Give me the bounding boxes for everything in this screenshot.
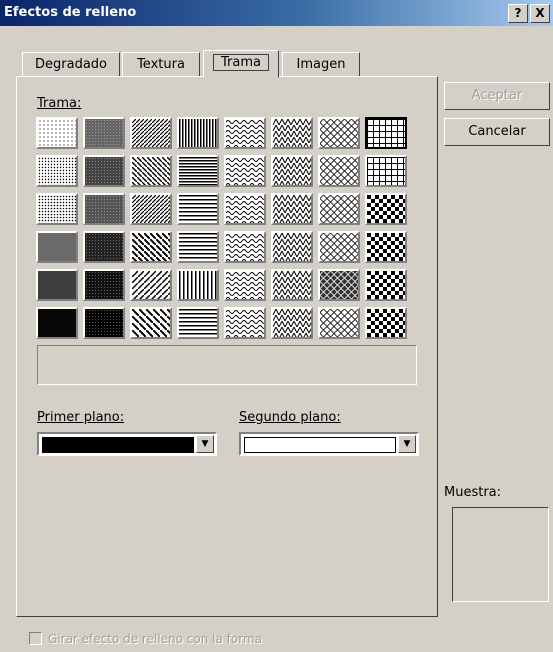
help-button[interactable]: ?: [508, 4, 528, 23]
chevron-down-icon[interactable]: ▼: [196, 435, 214, 453]
pattern-swatch-dark-grey[interactable]: [83, 117, 125, 149]
pattern-swatch-dark-horizontal[interactable]: [177, 193, 219, 225]
tab-trama-label: Trama: [213, 54, 269, 71]
tab-imagen[interactable]: Imagen: [282, 52, 360, 78]
preview-label: Muestra:: [444, 485, 502, 500]
pattern-swatch-wave-2[interactable]: [271, 155, 313, 187]
pattern-swatch-large-confetti[interactable]: [318, 307, 360, 339]
window-title: Efectos de relleno: [4, 5, 137, 20]
pattern-swatch-stars[interactable]: [271, 307, 313, 339]
pattern-swatch-plaid-light[interactable]: [318, 193, 360, 225]
title-bar: Efectos de relleno ? X: [0, 0, 553, 26]
pattern-name-box: [37, 345, 417, 385]
pattern-swatch-narrow-horizontal[interactable]: [177, 155, 219, 187]
foreground-label: Primer plano:: [37, 410, 125, 425]
pattern-swatch-dots-40[interactable]: [36, 307, 78, 339]
pattern-swatch-diamond-dots[interactable]: [365, 307, 407, 339]
accept-button[interactable]: Aceptar: [444, 82, 550, 110]
pattern-swatch-zigzag-2[interactable]: [271, 193, 313, 225]
pattern-swatch-wide-up-diagonal[interactable]: [130, 155, 172, 187]
background-color-swatch: [244, 437, 396, 453]
pattern-swatch-solid-dots[interactable]: [271, 269, 313, 301]
rotate-fill-checkbox[interactable]: [29, 632, 42, 645]
pattern-swatch-dark-down-diagonal[interactable]: [130, 193, 172, 225]
pattern-swatch-horizontal-wide[interactable]: [177, 231, 219, 263]
close-button[interactable]: X: [530, 4, 550, 23]
pattern-swatch-dots-10[interactable]: [36, 155, 78, 187]
tab-trama[interactable]: Trama: [203, 50, 279, 78]
pattern-swatch-dots-5[interactable]: [36, 117, 78, 149]
pattern-swatch-dots-confetti[interactable]: [224, 269, 266, 301]
pattern-swatch-checker-small[interactable]: [365, 193, 407, 225]
pattern-swatch-confetti[interactable]: [224, 231, 266, 263]
preview-box: [452, 507, 549, 602]
pattern-swatch-grid-outline[interactable]: [318, 155, 360, 187]
pattern-swatch-dots-20[interactable]: [36, 193, 78, 225]
pattern-swatch-dark-horizontal-wide[interactable]: [177, 307, 219, 339]
pattern-swatch-dark-up-diagonal[interactable]: [130, 117, 172, 149]
pattern-swatch-dots-70[interactable]: [83, 269, 125, 301]
pattern-swatch-shingles[interactable]: [224, 193, 266, 225]
pattern-swatch-vertical-dark[interactable]: [83, 193, 125, 225]
pattern-swatch-wide-vertical[interactable]: [177, 269, 219, 301]
tab-degradado[interactable]: Degradado: [22, 52, 120, 78]
foreground-color-swatch: [42, 437, 194, 453]
pattern-swatch-diagonal-wide[interactable]: [130, 231, 172, 263]
pattern-swatch-diagonal-cross[interactable]: [365, 269, 407, 301]
pattern-swatch-zigzag[interactable]: [224, 155, 266, 187]
rotate-fill-label: Girar efecto de relleno con la forma: [48, 632, 262, 646]
pattern-swatch-dots-50[interactable]: [83, 231, 125, 263]
pattern-swatch-dots-30[interactable]: [36, 269, 78, 301]
chevron-down-icon[interactable]: ▼: [398, 435, 416, 453]
pattern-swatch-wave-light[interactable]: [224, 117, 266, 149]
pattern-label: Trama:: [37, 96, 82, 111]
pattern-swatch-narrow-vertical[interactable]: [177, 117, 219, 149]
pattern-swatch-wide-down-diagonal[interactable]: [130, 269, 172, 301]
pattern-swatch-dots-25[interactable]: [36, 231, 78, 263]
background-label: Segundo plano:: [239, 410, 341, 425]
foreground-color-select[interactable]: ▼: [37, 432, 217, 456]
tab-textura[interactable]: Textura: [122, 52, 200, 78]
pattern-swatch-checker-large[interactable]: [365, 231, 407, 263]
pattern-swatch-dots-90[interactable]: [83, 307, 125, 339]
pattern-swatch-divot[interactable]: [318, 269, 360, 301]
pattern-swatch-dotted-diamond[interactable]: [318, 117, 360, 149]
background-color-select[interactable]: ▼: [239, 432, 419, 456]
pattern-swatch-random-dots[interactable]: [224, 307, 266, 339]
pattern-swatch-large-grid[interactable]: [365, 155, 407, 187]
pattern-swatch-trellis[interactable]: [318, 231, 360, 263]
pattern-swatch-small-grid[interactable]: [365, 117, 407, 149]
pattern-swatch-dark-up-diagonal-wide[interactable]: [130, 307, 172, 339]
pattern-swatch-dark-grey-2[interactable]: [83, 155, 125, 187]
cancel-button[interactable]: Cancelar: [444, 118, 550, 146]
pattern-swatch-wave-dark[interactable]: [271, 117, 313, 149]
pattern-swatch-brick[interactable]: [271, 231, 313, 263]
